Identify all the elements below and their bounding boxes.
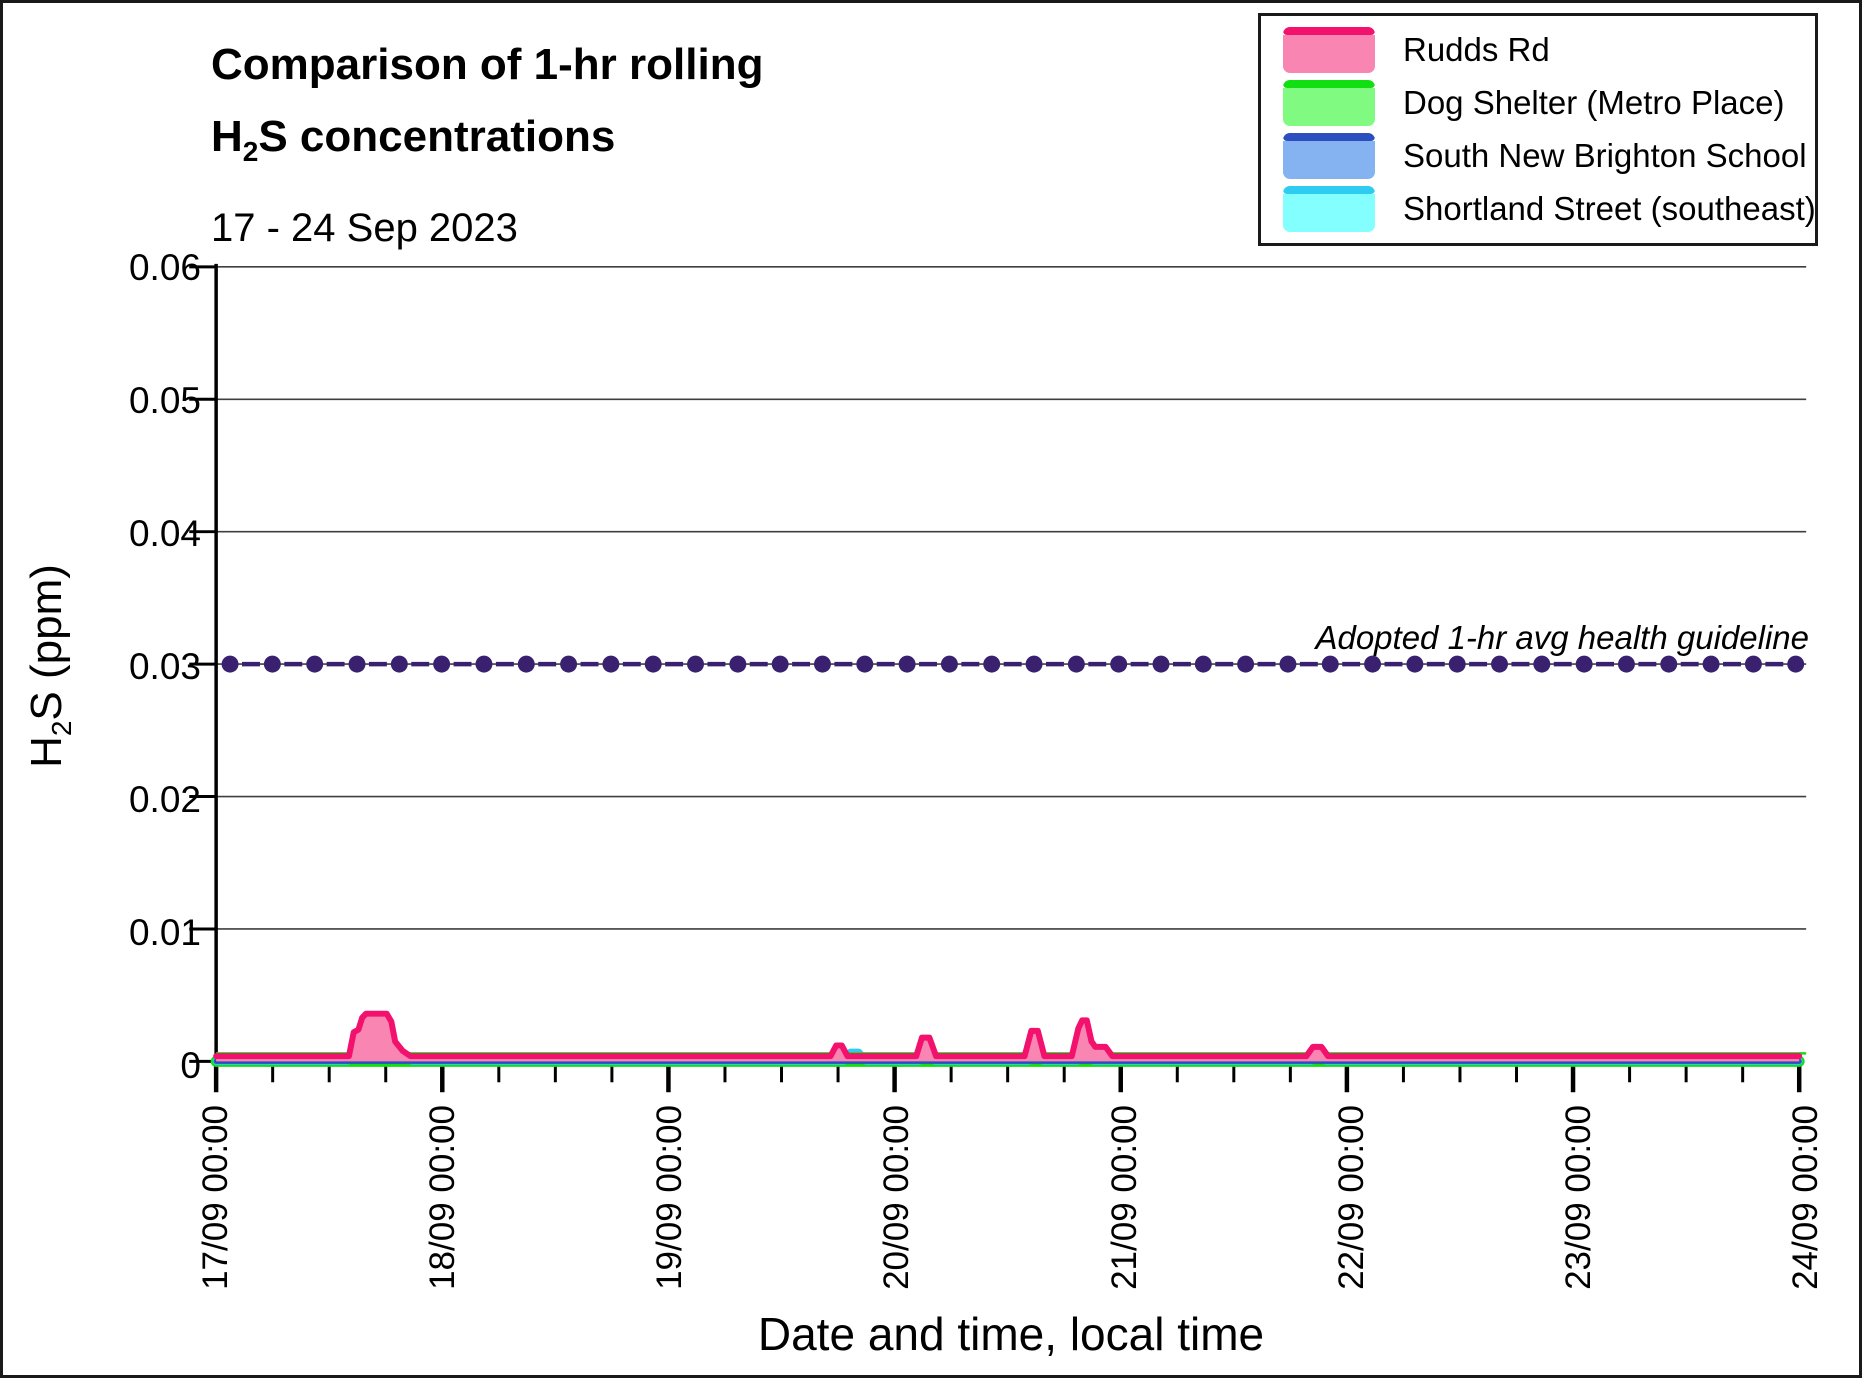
x-axis-title: Date and time, local time [757, 1308, 1265, 1360]
x-tick-label: 20/09 00:00 [877, 1105, 917, 1290]
legend-label: Dog Shelter (Metro Place) [1403, 84, 1785, 121]
y-tick-label: 0.05 [128, 380, 201, 421]
chart-figure: Comparison of 1-hr rolling H2S concentra… [0, 0, 1862, 1378]
y-tick-label: 0.06 [128, 247, 201, 288]
legend-swatch-icon [1283, 133, 1375, 179]
y-tick-label: 0.02 [128, 779, 201, 820]
guideline-annotation: Adopted 1-hr avg health guideline [1315, 619, 1809, 656]
legend-swatch-icon [1283, 27, 1375, 73]
legend-label: Rudds Rd [1403, 31, 1550, 68]
chart-subtitle: 17 - 24 Sep 2023 [211, 205, 518, 250]
legend-label: Shortland Street (southeast) [1403, 190, 1816, 227]
y-tick-label: 0.01 [128, 912, 201, 953]
legend-item-south-new-brighton: South New Brighton School [1283, 131, 1815, 181]
x-tick-label: 24/09 00:00 [1786, 1105, 1825, 1290]
x-tick-label: 17/09 00:00 [196, 1105, 235, 1290]
x-tick-label: 18/09 00:00 [423, 1105, 463, 1290]
x-tick-label: 19/09 00:00 [650, 1105, 690, 1290]
y-tick-label: 0.03 [128, 646, 201, 687]
legend-swatch-icon [1283, 186, 1375, 232]
x-tick-label: 21/09 00:00 [1104, 1105, 1144, 1290]
x-tick-label: 22/09 00:00 [1331, 1105, 1371, 1290]
legend-item-rudds-rd: Rudds Rd [1283, 25, 1815, 75]
legend-label: South New Brighton School [1403, 137, 1807, 174]
y-tick-label: 0.04 [128, 513, 201, 554]
legend-item-shortland-street: Shortland Street (southeast) [1283, 184, 1816, 234]
chart-title-line1: Comparison of 1-hr rolling [211, 40, 764, 89]
legend-item-dog-shelter: Dog Shelter (Metro Place) [1283, 78, 1815, 128]
x-tick-label: 23/09 00:00 [1558, 1105, 1598, 1290]
chart-title-block: Comparison of 1-hr rolling H2S concentra… [211, 29, 763, 252]
legend: Rudds Rd Dog Shelter (Metro Place) South… [1258, 13, 1818, 246]
chart-title-line2: H2S concentrations [211, 112, 616, 167]
y-tick-label: 0 [180, 1045, 201, 1086]
legend-swatch-icon [1283, 80, 1375, 126]
